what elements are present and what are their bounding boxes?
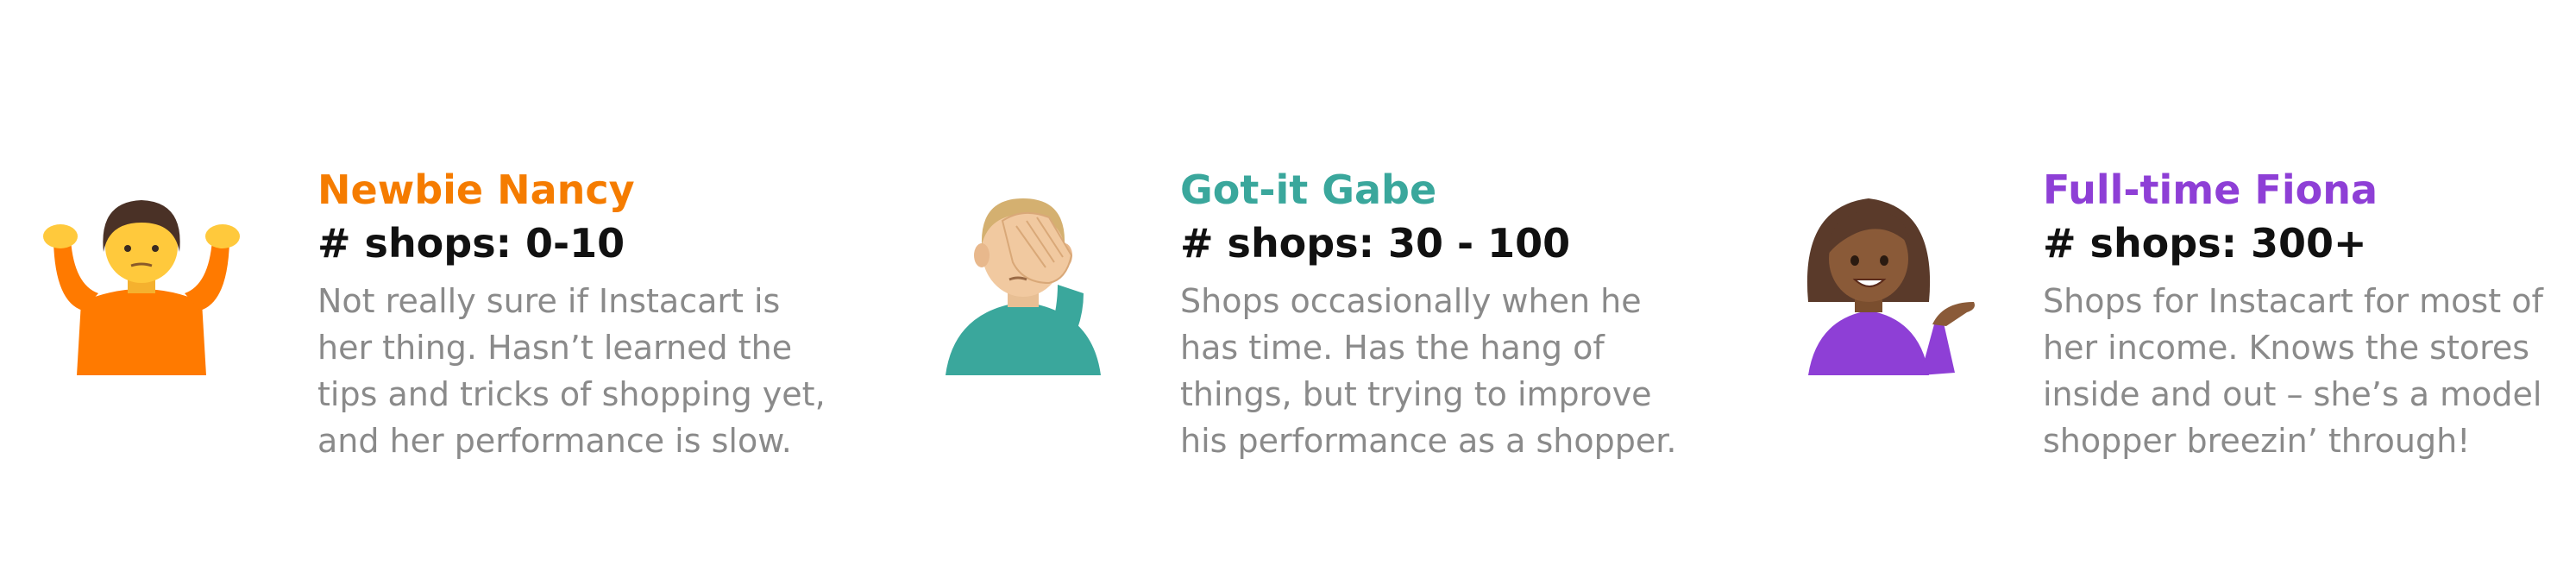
person-shrugging-icon <box>38 173 245 380</box>
persona-name: Newbie Nancy <box>317 166 635 213</box>
description-line: Not really sure if Instacart is <box>317 282 781 320</box>
persona-description: Shops occasionally when he has time. Has… <box>1180 278 1676 464</box>
description-line: shopper breezin’ through! <box>2043 422 2471 460</box>
description-line: her thing. Hasn’t learned the <box>317 329 793 367</box>
persona-description: Not really sure if Instacart is her thin… <box>317 278 826 464</box>
persona-card-full-time-fiona: Full-time Fiona # shops: 300+ Shops for … <box>1725 0 2576 578</box>
description-line: inside and out – she’s a model <box>2043 375 2542 413</box>
persona-shops-count: # shops: 30 - 100 <box>1180 220 1571 267</box>
persona-shops-count: # shops: 0-10 <box>317 220 625 267</box>
persona-text-block: Full-time Fiona # shops: 300+ Shops for … <box>2043 166 2543 464</box>
description-line: Shops occasionally when he <box>1180 282 1642 320</box>
persona-card-newbie-nancy: Newbie Nancy # shops: 0-10 Not really su… <box>0 0 863 578</box>
description-line: and her performance is slow. <box>317 422 792 460</box>
persona-name: Got-it Gabe <box>1180 166 1437 213</box>
woman-tipping-hand-icon <box>1774 173 1981 380</box>
persona-text-block: Newbie Nancy # shops: 0-10 Not really su… <box>317 166 826 464</box>
description-line: Shops for Instacart for most of <box>2043 282 2543 320</box>
persona-description: Shops for Instacart for most of her inco… <box>2043 278 2543 464</box>
description-line: tips and tricks of shopping yet, <box>317 375 826 413</box>
persona-name: Full-time Fiona <box>2043 166 2378 213</box>
description-line: his performance as a shopper. <box>1180 422 1677 460</box>
man-facepalming-icon <box>920 173 1127 380</box>
description-line: things, but trying to improve <box>1180 375 1652 413</box>
persona-text-block: Got-it Gabe # shops: 30 - 100 Shops occa… <box>1180 166 1676 464</box>
description-line: her income. Knows the stores <box>2043 329 2530 367</box>
persona-shops-count: # shops: 300+ <box>2043 220 2367 267</box>
persona-card-got-it-gabe: Got-it Gabe # shops: 30 - 100 Shops occa… <box>863 0 1725 578</box>
description-line: has time. Has the hang of <box>1180 329 1605 367</box>
